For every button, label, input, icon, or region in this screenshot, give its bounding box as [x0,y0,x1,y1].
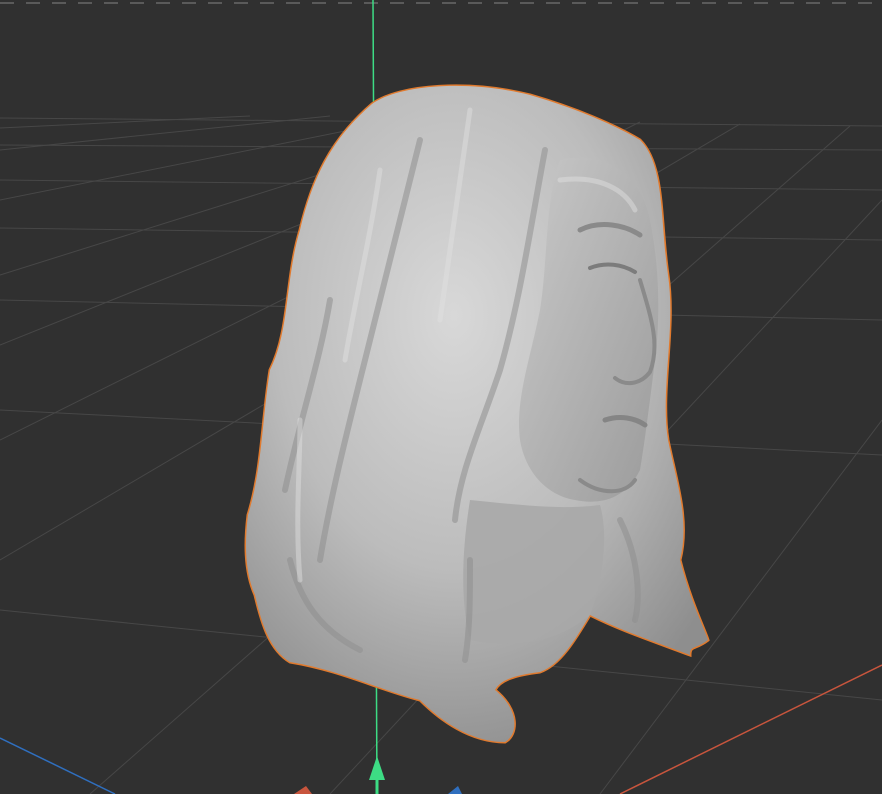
move-gizmo-z-handle-icon[interactable] [448,786,462,794]
z-axis-line [0,737,116,794]
viewport-canvas[interactable] [0,0,882,794]
x-axis-line [619,664,882,794]
move-gizmo-y-arrow-icon[interactable] [369,756,385,794]
move-gizmo-x-handle-icon[interactable] [294,786,312,794]
sculpted-head-mesh[interactable] [244,84,710,744]
3d-viewport[interactable] [0,0,882,794]
